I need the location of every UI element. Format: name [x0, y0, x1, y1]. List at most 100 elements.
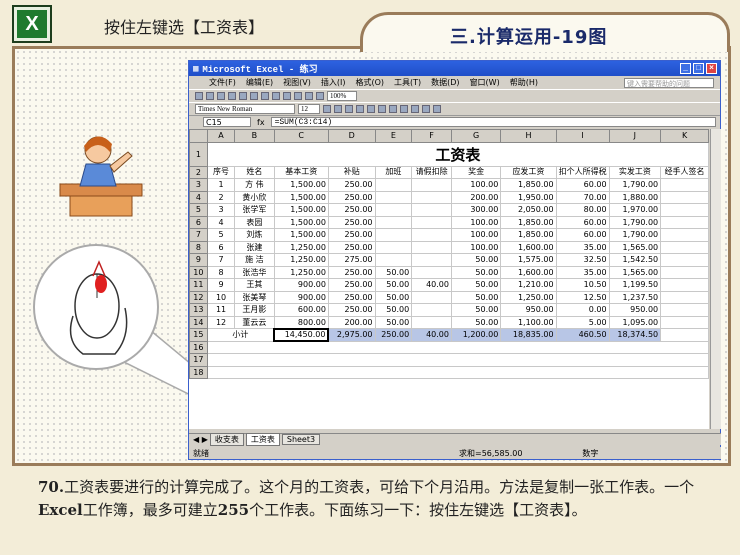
font-name-select[interactable]: Times New Roman	[195, 104, 295, 114]
table-cell[interactable]	[411, 315, 452, 329]
col-header-k[interactable]: K	[660, 129, 709, 143]
table-cell[interactable]: 35.00	[555, 240, 610, 254]
header-cell[interactable]: 基本工资	[273, 165, 329, 179]
table-cell[interactable]: 4	[206, 215, 236, 229]
header-cell[interactable]: 应发工资	[500, 165, 557, 179]
col-header-j[interactable]: J	[608, 129, 662, 143]
total-label-cell[interactable]: 小计	[206, 328, 275, 342]
row-header[interactable]: 15	[189, 328, 208, 342]
header-cell[interactable]: 经手人签名	[660, 165, 709, 179]
table-cell[interactable]: 12.50	[555, 290, 610, 304]
table-cell[interactable]: 3	[206, 203, 236, 217]
open-icon[interactable]	[206, 92, 214, 100]
table-cell[interactable]	[660, 190, 709, 204]
tab-scroll-arrows-icon[interactable]: ◀ ▶	[193, 435, 208, 444]
table-cell[interactable]	[411, 203, 452, 217]
total-cell[interactable]: 1,200.00	[450, 328, 502, 342]
table-cell[interactable]	[374, 253, 413, 267]
table-cell[interactable]: 250.00	[327, 203, 376, 217]
row-header[interactable]: 14	[189, 315, 208, 329]
table-cell[interactable]: 600.00	[273, 303, 329, 317]
col-header-b[interactable]: B	[234, 129, 275, 143]
help-search-input[interactable]: 键入需要帮助的问题	[624, 77, 714, 88]
table-cell[interactable]: 1,600.00	[500, 240, 557, 254]
table-cell[interactable]: 10.50	[555, 278, 610, 292]
table-cell[interactable]: 张建	[234, 240, 275, 254]
table-cell[interactable]: 1,500.00	[273, 178, 329, 192]
table-cell[interactable]: 1	[206, 178, 236, 192]
row-header[interactable]: 10	[189, 265, 208, 279]
table-cell[interactable]: 250.00	[327, 190, 376, 204]
border-icon[interactable]	[411, 105, 419, 113]
zoom-select[interactable]: 100%	[327, 91, 357, 101]
table-cell[interactable]: 2,050.00	[500, 203, 557, 217]
sheet-tab-salary[interactable]: 工资表	[245, 433, 280, 446]
table-cell[interactable]: 1,790.00	[608, 228, 662, 242]
align-left-icon[interactable]	[356, 105, 364, 113]
table-cell[interactable]	[411, 290, 452, 304]
select-all-corner[interactable]	[189, 129, 208, 143]
empty-cell[interactable]	[206, 353, 709, 367]
table-cell[interactable]: 70.00	[555, 190, 610, 204]
table-cell[interactable]	[374, 228, 413, 242]
table-cell[interactable]	[411, 265, 452, 279]
table-cell[interactable]: 王其	[234, 278, 275, 292]
table-cell[interactable]	[374, 190, 413, 204]
table-cell[interactable]: 250.00	[327, 303, 376, 317]
vertical-scrollbar[interactable]	[710, 129, 721, 429]
underline-icon[interactable]	[345, 105, 353, 113]
fill-color-icon[interactable]	[422, 105, 430, 113]
table-cell[interactable]	[660, 215, 709, 229]
total-cell-active[interactable]: 14,450.00	[273, 327, 330, 342]
header-cell[interactable]: 奖金	[450, 165, 502, 179]
menu-data[interactable]: 数据(D)	[431, 77, 459, 88]
minimize-button[interactable]: _	[680, 63, 691, 74]
table-cell[interactable]	[660, 240, 709, 254]
table-cell[interactable]: 7	[206, 253, 236, 267]
table-cell[interactable]: 50.00	[374, 303, 413, 317]
table-cell[interactable]: 11	[206, 303, 236, 317]
row-header[interactable]: 16	[189, 340, 208, 354]
header-cell[interactable]: 请假扣除	[411, 165, 452, 179]
table-cell[interactable]	[660, 253, 709, 267]
table-cell[interactable]: 1,575.00	[500, 253, 557, 267]
table-cell[interactable]: 1,970.00	[608, 203, 662, 217]
table-cell[interactable]: 50.00	[450, 253, 502, 267]
table-cell[interactable]: 1,850.00	[500, 228, 557, 242]
merge-icon[interactable]	[389, 105, 397, 113]
table-cell[interactable]	[374, 203, 413, 217]
table-cell[interactable]: 1,100.00	[500, 315, 557, 329]
table-cell[interactable]: 60.00	[555, 178, 610, 192]
preview-icon[interactable]	[239, 92, 247, 100]
table-cell[interactable]: 200.00	[327, 315, 376, 329]
row-header[interactable]: 18	[189, 365, 208, 379]
table-cell[interactable]: 1,850.00	[500, 178, 557, 192]
table-cell[interactable]: 80.00	[555, 203, 610, 217]
table-cell[interactable]: 50.00	[374, 315, 413, 329]
table-cell[interactable]: 王月影	[234, 303, 275, 317]
undo-icon[interactable]	[283, 92, 291, 100]
save-icon[interactable]	[217, 92, 225, 100]
col-header-i[interactable]: I	[555, 129, 610, 143]
row-header[interactable]: 3	[189, 178, 208, 192]
total-cell[interactable]: 250.00	[374, 328, 413, 342]
table-cell[interactable]	[374, 178, 413, 192]
menu-tools[interactable]: 工具(T)	[394, 77, 421, 88]
align-right-icon[interactable]	[378, 105, 386, 113]
table-cell[interactable]: 1,500.00	[273, 215, 329, 229]
table-cell[interactable]	[660, 178, 709, 192]
row-header[interactable]: 6	[189, 215, 208, 229]
col-header-c[interactable]: C	[273, 129, 329, 143]
table-cell[interactable]	[374, 215, 413, 229]
sheet-tab-income[interactable]: 收支表	[209, 433, 244, 446]
row-header[interactable]: 9	[189, 253, 208, 267]
print-icon[interactable]	[228, 92, 236, 100]
menu-window[interactable]: 窗口(W)	[470, 77, 500, 88]
table-cell[interactable]: 250.00	[327, 265, 376, 279]
table-cell[interactable]: 刘炼	[234, 228, 275, 242]
paste-icon[interactable]	[272, 92, 280, 100]
table-cell[interactable]: 250.00	[327, 278, 376, 292]
table-cell[interactable]: 50.00	[374, 290, 413, 304]
table-cell[interactable]: 50.00	[374, 265, 413, 279]
italic-icon[interactable]	[334, 105, 342, 113]
